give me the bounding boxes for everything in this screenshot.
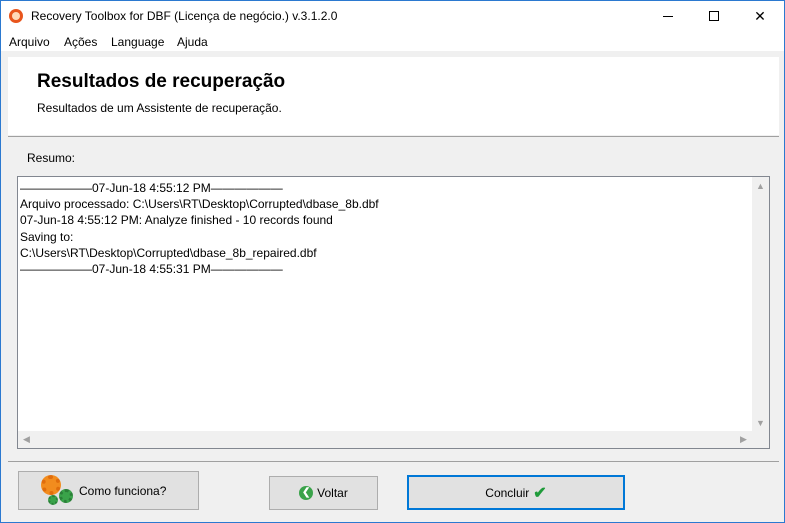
scroll-right-icon[interactable]: ▶ bbox=[735, 431, 752, 448]
log-line: Saving to: bbox=[20, 229, 74, 244]
scroll-down-icon[interactable]: ▼ bbox=[752, 414, 769, 431]
log-line: ——————07-Jun-18 4:55:12 PM—————— bbox=[20, 181, 283, 195]
menu-bar: Arquivo Ações Language Ajuda bbox=[1, 31, 784, 51]
title-bar[interactable]: Recovery Toolbox for DBF (Licença de neg… bbox=[1, 1, 784, 31]
gears-icon bbox=[41, 474, 77, 507]
checkmark-icon: ✔ bbox=[533, 484, 547, 502]
back-button[interactable]: ❮ Voltar bbox=[269, 476, 378, 510]
page-title: Resultados de recuperação bbox=[37, 71, 286, 92]
scroll-left-icon[interactable]: ◀ bbox=[18, 431, 35, 448]
summary-label: Resumo: bbox=[27, 151, 76, 165]
menu-ajuda[interactable]: Ajuda bbox=[177, 35, 208, 49]
close-icon: ✕ bbox=[754, 7, 766, 24]
menu-acoes[interactable]: Ações bbox=[64, 35, 97, 49]
how-it-works-label: Como funciona? bbox=[79, 483, 167, 498]
back-label: Voltar bbox=[317, 486, 348, 500]
finish-button[interactable]: Concluir ✔ bbox=[407, 475, 625, 510]
close-button[interactable]: ✕ bbox=[737, 1, 783, 31]
maximize-button[interactable] bbox=[691, 1, 737, 31]
horizontal-scrollbar[interactable]: ◀ ▶ bbox=[18, 431, 752, 448]
footer-divider bbox=[8, 461, 779, 462]
back-arrow-icon: ❮ bbox=[299, 486, 314, 500]
log-line: 07-Jun-18 4:55:12 PM: Analyze finished -… bbox=[20, 213, 333, 228]
app-window: Recovery Toolbox for DBF (Licença de neg… bbox=[0, 0, 785, 523]
how-it-works-button[interactable]: Como funciona? bbox=[18, 471, 199, 510]
log-line: Arquivo processado: C:\Users\RT\Desktop\… bbox=[20, 197, 379, 212]
page-subtitle: Resultados de um Assistente de recuperaç… bbox=[37, 101, 282, 115]
log-content: ——————07-Jun-18 4:55:12 PM—————— Arquivo… bbox=[20, 180, 753, 432]
minimize-icon bbox=[663, 15, 673, 17]
wizard-header: Resultados de recuperação Resultados de … bbox=[8, 57, 779, 135]
maximize-icon bbox=[709, 11, 719, 21]
log-line: C:\Users\RT\Desktop\Corrupted\dbase_8b_r… bbox=[20, 245, 317, 260]
app-logo-icon bbox=[9, 9, 23, 23]
scroll-up-icon[interactable]: ▲ bbox=[752, 177, 769, 194]
menu-arquivo[interactable]: Arquivo bbox=[9, 35, 50, 49]
scroll-corner bbox=[752, 431, 769, 448]
header-divider bbox=[8, 136, 779, 137]
vertical-scrollbar[interactable]: ▲ ▼ bbox=[752, 177, 769, 431]
log-line: ——————07-Jun-18 4:55:31 PM—————— bbox=[20, 262, 283, 277]
minimize-button[interactable] bbox=[645, 1, 691, 31]
summary-log-box[interactable]: ——————07-Jun-18 4:55:12 PM—————— Arquivo… bbox=[17, 176, 770, 449]
finish-label: Concluir bbox=[485, 485, 530, 500]
window-title: Recovery Toolbox for DBF (Licença de neg… bbox=[31, 9, 338, 23]
menu-language[interactable]: Language bbox=[111, 35, 164, 49]
